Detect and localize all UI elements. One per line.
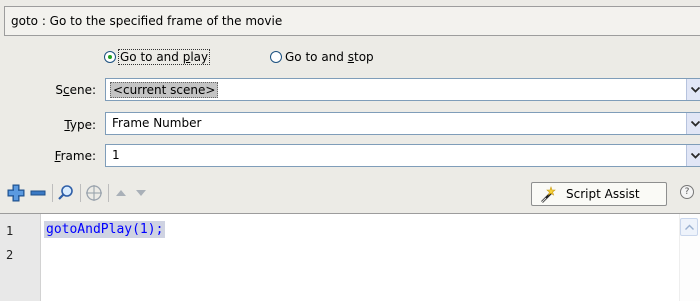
radio-label-stop: Go to and stop (285, 50, 374, 64)
find-icon[interactable] (57, 184, 75, 202)
chevron-down-icon[interactable] (686, 113, 700, 134)
frame-value: 1 (112, 148, 120, 162)
frame-label: Frame: (54, 149, 96, 163)
toolbar-divider (108, 184, 109, 202)
radio-button-unchecked[interactable] (270, 51, 282, 63)
selected-code: gotoAndPlay(1); (44, 221, 166, 238)
frame-input[interactable]: 1 (105, 144, 700, 167)
script-editor[interactable]: 1 2 gotoAndPlay(1); (0, 213, 700, 301)
line-number: 1 (6, 224, 14, 238)
actions-panel: goto : Go to the specified frame of the … (0, 0, 700, 301)
add-statement-icon[interactable] (7, 184, 25, 202)
chevron-down-icon[interactable] (686, 79, 700, 100)
scene-label: Scene: (55, 83, 96, 97)
vertical-scrollbar[interactable] (679, 214, 700, 301)
toolbar-divider (52, 184, 53, 202)
move-up-icon[interactable] (112, 184, 130, 202)
move-down-icon[interactable] (132, 184, 150, 202)
radio-label-play: Go to and play (117, 49, 211, 65)
type-dropdown[interactable]: Frame Number (105, 112, 700, 135)
type-value: Frame Number (112, 116, 202, 130)
radio-go-to-and-play[interactable]: Go to and play (104, 49, 211, 65)
action-description: goto : Go to the specified frame of the … (4, 6, 700, 36)
script-assist-button[interactable]: Script Assist (531, 182, 667, 206)
type-label: Type: (64, 118, 96, 132)
remove-statement-icon[interactable] (29, 184, 47, 202)
radio-go-to-and-stop[interactable]: Go to and stop (270, 50, 374, 64)
line-number: 2 (6, 248, 14, 262)
code-line[interactable]: gotoAndPlay(1); (44, 221, 166, 238)
line-number-gutter: 1 2 (0, 214, 41, 301)
chevron-down-icon[interactable] (686, 145, 700, 166)
scene-dropdown[interactable]: <current scene> (105, 78, 700, 101)
script-assist-label: Script Assist (566, 187, 640, 201)
scene-value: <current scene> (110, 82, 219, 98)
radio-button-checked[interactable] (104, 51, 116, 63)
toolbar-divider (80, 184, 81, 202)
magic-wand-icon (539, 186, 557, 204)
scroll-up-icon[interactable] (680, 218, 698, 236)
help-icon[interactable]: ? (680, 185, 694, 199)
insert-target-path-icon[interactable] (85, 184, 103, 202)
